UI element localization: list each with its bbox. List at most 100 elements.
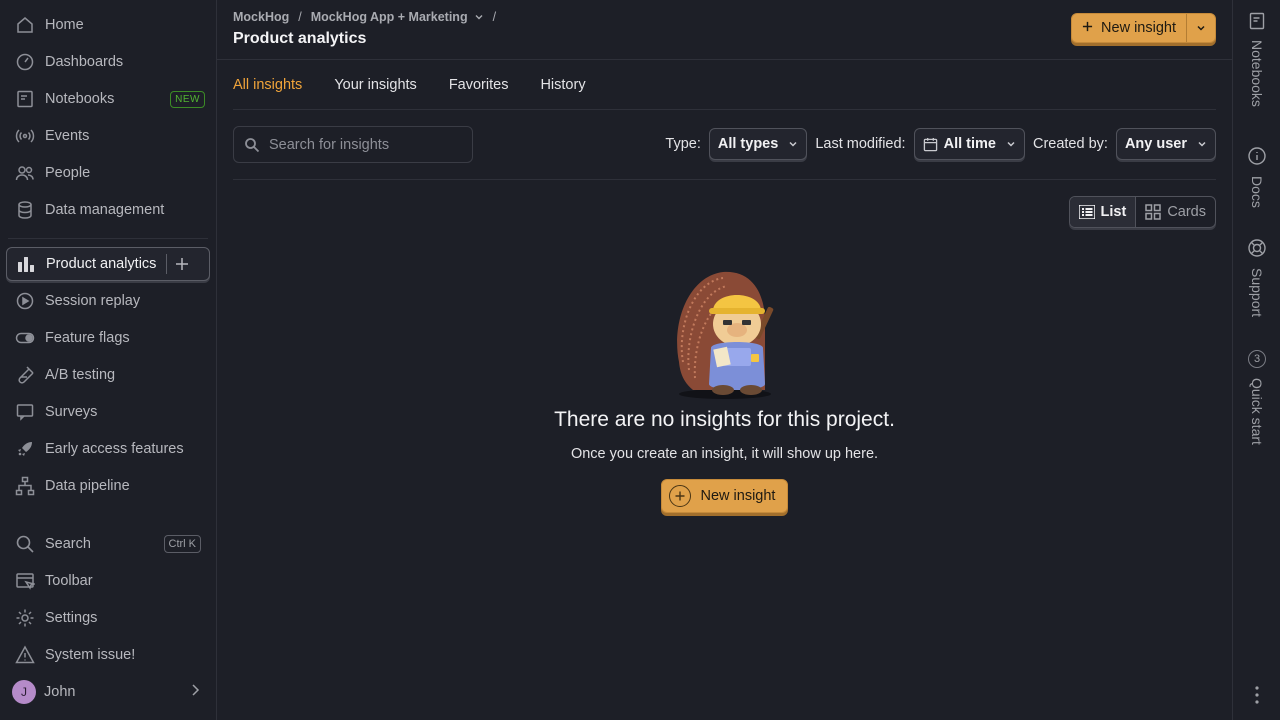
chevron-down-icon — [1197, 140, 1207, 148]
cards-label: Cards — [1167, 204, 1206, 220]
shortcut-badge: Ctrl K — [163, 535, 201, 553]
rail-docs[interactable]: Docs — [1233, 146, 1280, 208]
sidebar-item-surveys[interactable]: Surveys — [6, 395, 210, 429]
database-icon — [14, 199, 36, 221]
tab-your-insights[interactable]: Your insights — [334, 77, 417, 93]
cards-view-button[interactable]: Cards — [1136, 197, 1215, 227]
sidebar-item-label: System issue! — [45, 647, 136, 663]
sidebar-divider — [8, 238, 208, 239]
modified-select[interactable]: All time — [913, 128, 1025, 160]
sidebar-item-data-management[interactable]: Data management — [6, 193, 210, 227]
sidebar-item-ab-testing[interactable]: A/B testing — [6, 358, 210, 392]
rail-label: Docs — [1249, 176, 1265, 208]
bar-chart-icon — [15, 253, 37, 275]
sidebar-item-user[interactable]: J John — [6, 675, 210, 709]
new-insight-dropdown[interactable] — [1187, 14, 1215, 42]
home-icon — [14, 14, 36, 36]
sidebar-item-label: People — [45, 165, 91, 181]
modified-label: Last modified: — [815, 136, 906, 152]
calendar-icon — [923, 137, 938, 152]
created-select[interactable]: Any user — [1115, 128, 1216, 160]
sidebar-item-data-pipeline[interactable]: Data pipeline — [6, 469, 210, 503]
insight-tabs: All insights Your insights Favorites His… — [233, 60, 1216, 110]
sidebar-item-dashboards[interactable]: Dashboards — [6, 45, 210, 79]
rail-notebooks[interactable]: Notebooks — [1233, 12, 1280, 107]
filter-controls: Type: All types Last modified: All time … — [657, 128, 1216, 160]
breadcrumb-separator: / — [492, 10, 497, 24]
chevron-down-icon[interactable] — [474, 13, 484, 21]
sidebar-item-events[interactable]: Events — [6, 119, 210, 153]
sidebar-item-label: Data management — [45, 202, 165, 218]
plus-circle-icon — [668, 485, 691, 507]
type-select[interactable]: All types — [708, 128, 808, 160]
sidebar-item-label: Dashboards — [45, 54, 124, 70]
add-insight-icon[interactable] — [175, 257, 189, 271]
sidebar-item-label: Settings — [45, 610, 98, 626]
tab-favorites[interactable]: Favorites — [449, 77, 509, 93]
chevron-right-icon — [190, 684, 200, 700]
avatar: J — [12, 680, 36, 704]
rocket-icon — [14, 438, 36, 460]
list-view-button[interactable]: List — [1069, 197, 1137, 227]
tab-history[interactable]: History — [540, 77, 585, 93]
created-value: Any user — [1124, 136, 1187, 152]
survey-icon — [14, 401, 36, 423]
breadcrumb-org[interactable]: MockHog — [233, 10, 289, 24]
sidebar-item-label: Toolbar — [45, 573, 93, 589]
rail-label: Support — [1249, 268, 1265, 318]
right-side-panel: Notebooks Docs Support 3 Quick start — [1232, 0, 1280, 720]
sidebar-item-feature-flags[interactable]: Feature flags — [6, 321, 210, 355]
tab-all-insights[interactable]: All insights — [233, 77, 302, 93]
rail-label: Quick start — [1249, 378, 1265, 445]
sidebar-item-label: Surveys — [45, 404, 98, 420]
breadcrumb-separator: / — [298, 10, 302, 24]
sidebar-item-label: Notebooks — [45, 91, 115, 107]
sidebar-item-toolbar[interactable]: Toolbar — [6, 564, 210, 598]
toggle-icon — [14, 327, 36, 349]
empty-new-insight-button[interactable]: New insight — [660, 479, 789, 513]
search-box — [233, 126, 473, 163]
broadcast-icon — [14, 125, 36, 147]
sidebar-item-system-issue[interactable]: System issue! — [6, 638, 210, 672]
empty-state-title: There are no insights for this project. — [554, 408, 895, 431]
flask-icon — [14, 364, 36, 386]
builder-hog-illustration — [676, 271, 773, 399]
pipeline-icon — [14, 475, 36, 497]
new-insight-button[interactable]: New insight — [1072, 14, 1186, 42]
sidebar-item-product-analytics[interactable]: Product analytics — [6, 247, 210, 281]
plus-icon — [1082, 19, 1093, 37]
quick-start-count: 3 — [1248, 350, 1266, 368]
filter-bar: Type: All types Last modified: All time … — [233, 126, 1216, 180]
new-badge: NEW — [170, 90, 205, 108]
sidebar-item-search[interactable]: Search Ctrl K — [6, 527, 210, 561]
search-input[interactable] — [269, 136, 459, 153]
more-icon[interactable] — [1233, 686, 1280, 704]
list-icon — [1078, 205, 1095, 219]
sidebar-item-settings[interactable]: Settings — [6, 601, 210, 635]
rail-label: Notebooks — [1249, 40, 1265, 107]
dashboard-icon — [14, 51, 36, 73]
sidebar-item-session-replay[interactable]: Session replay — [6, 284, 210, 318]
chevron-down-icon — [788, 140, 798, 148]
breadcrumb-project[interactable]: MockHog App + Marketing — [311, 10, 468, 24]
notebook-icon — [1248, 12, 1266, 30]
replay-icon — [14, 290, 36, 312]
left-sidebar: Home Dashboards Notebooks NEW Events Peo… — [0, 0, 217, 720]
type-label: Type: — [665, 136, 701, 152]
rail-support[interactable]: Support — [1233, 238, 1280, 317]
sidebar-item-people[interactable]: People — [6, 156, 210, 190]
sidebar-item-home[interactable]: Home — [6, 8, 210, 42]
sidebar-item-early-access[interactable]: Early access features — [6, 432, 210, 466]
breadcrumb: MockHog / MockHog App + Marketing / — [233, 10, 505, 24]
page-title: Product analytics — [233, 30, 367, 47]
main-content: MockHog / MockHog App + Marketing / Prod… — [217, 0, 1232, 720]
sidebar-item-notebooks[interactable]: Notebooks NEW — [6, 82, 210, 116]
rail-quick-start[interactable]: 3 Quick start — [1233, 350, 1280, 445]
warning-icon — [14, 644, 36, 666]
sidebar-item-label: A/B testing — [45, 367, 116, 383]
empty-new-insight-label: New insight — [700, 488, 776, 504]
people-icon — [14, 162, 36, 184]
created-label: Created by: — [1032, 136, 1108, 152]
type-value: All types — [717, 136, 779, 152]
sidebar-item-label: Early access features — [45, 441, 184, 457]
